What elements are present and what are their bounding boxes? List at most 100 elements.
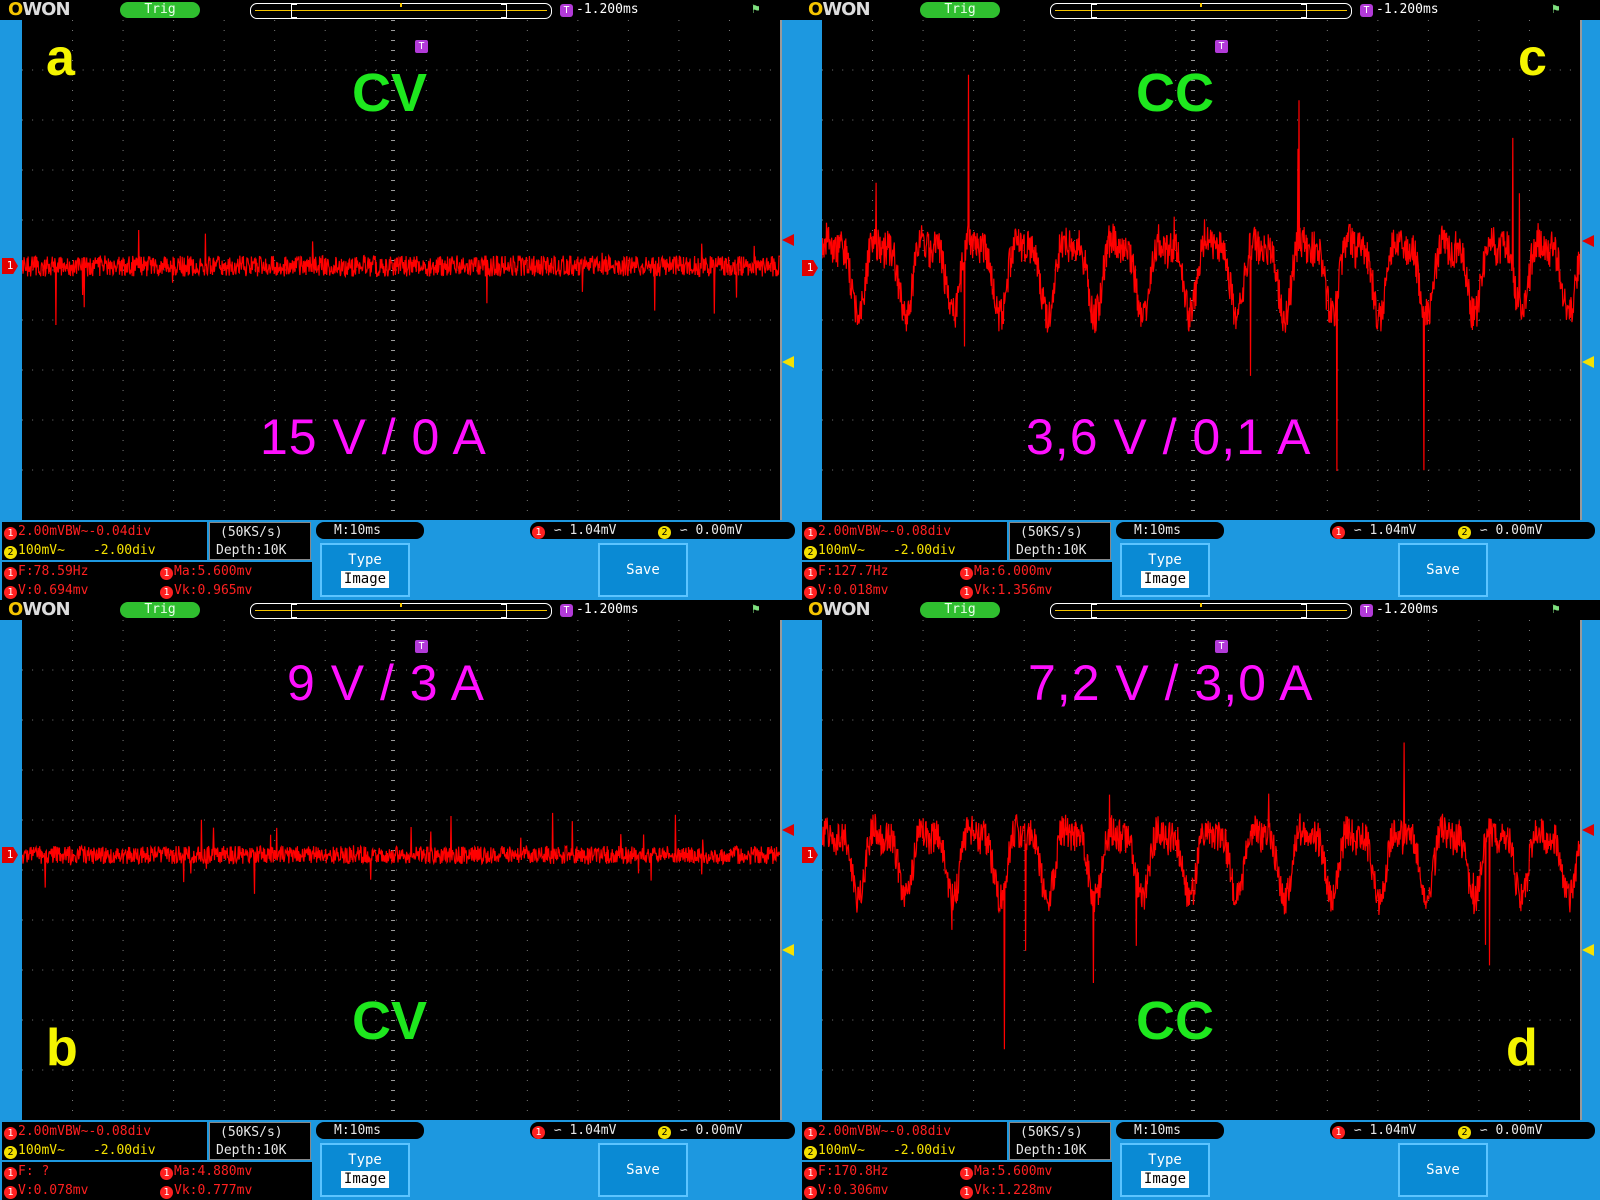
- trigger-level-box: 1 ∽ 1.04mV 2 ∽ 0.00mV: [1330, 522, 1595, 539]
- channel-scale-box: 1 2.00mVBW~-0.08div 2 100mV~ -2.00div: [2, 1122, 207, 1160]
- usb-icon: ⚑: [752, 602, 760, 617]
- ch1-offset-marker[interactable]: 1: [802, 260, 818, 276]
- type-button[interactable]: Type Image: [1120, 543, 1210, 597]
- ch1-waveform-trace: [22, 229, 780, 326]
- memory-position-bar[interactable]: [250, 603, 552, 619]
- frequency-measurement: F:127.7Hz: [818, 564, 889, 579]
- status-header: OWON Trig T -1.200ms ⚑: [800, 0, 1600, 20]
- rising-edge-icon: ∽: [1472, 523, 1496, 538]
- ch1-scale: 2.00mVBW~-0.08div: [818, 1124, 952, 1139]
- owon-logo: OWON: [808, 0, 871, 20]
- ch2-trigger-icon: 2: [658, 526, 671, 539]
- save-button[interactable]: Save: [1398, 1143, 1488, 1197]
- vrms-measurement: V:0.078mv: [18, 1183, 89, 1198]
- ch1-trigger-level-arrow[interactable]: [782, 234, 794, 246]
- ch1-icon: 1: [804, 527, 817, 540]
- trigger-time-marker[interactable]: T: [1215, 640, 1228, 653]
- vrms-measurement: V:0.018mv: [818, 583, 889, 598]
- ch1-waveform-trace: [22, 812, 780, 894]
- trigger-time-marker[interactable]: T: [415, 40, 428, 53]
- ch1-trigger-level-arrow[interactable]: [1582, 235, 1594, 247]
- bottom-info-bar: 1 2.00mVBW~-0.08div 2 100mV~ -2.00div (50KS…: [800, 520, 1600, 600]
- timebase: M:10ms: [1134, 1123, 1181, 1138]
- ch2-trigger-level: 0.00mV: [695, 1123, 743, 1138]
- ch1-icon: 1: [4, 586, 17, 599]
- ch2-trigger-level: 0.00mV: [1495, 523, 1543, 538]
- save-button[interactable]: Save: [598, 543, 688, 597]
- panel-letter: b: [46, 1019, 78, 1077]
- ch1-trigger-level: 1.04mV: [1369, 523, 1417, 538]
- ch2-offset-arrow[interactable]: [1582, 944, 1594, 956]
- vrms-measurement: V:0.694mv: [18, 583, 89, 598]
- ch1-offset-marker[interactable]: 1: [802, 847, 818, 863]
- bottom-info-bar: 1 2.00mVBW~-0.04div 2 100mV~ -2.00div (50KS…: [0, 520, 800, 600]
- trigger-time-marker[interactable]: T: [1215, 40, 1228, 53]
- mode-label: CC: [1136, 63, 1214, 123]
- ch1-icon: 1: [4, 1127, 17, 1140]
- ch1-offset-marker[interactable]: 1: [2, 847, 18, 863]
- type-button[interactable]: Type Image: [320, 543, 410, 597]
- ch1-icon: 1: [4, 1186, 17, 1199]
- ch1-trigger-level-arrow[interactable]: [782, 824, 794, 836]
- ch2-scale: 100mV~: [818, 543, 865, 558]
- ch1-icon: 1: [160, 586, 173, 599]
- timebase: M:10ms: [334, 1123, 381, 1138]
- ch2-offset-arrow[interactable]: [1582, 356, 1594, 368]
- memory-depth: Depth:10K: [216, 1143, 287, 1158]
- memory-position-bar[interactable]: [1050, 3, 1352, 19]
- ch2-trigger-icon: 2: [1458, 1126, 1471, 1139]
- ch1-icon: 1: [960, 567, 973, 580]
- vpk-measurement: Vk:0.965mv: [174, 583, 253, 598]
- measurement-box: 1 F:127.7Hz 1 Ma:6.000mv 1 V:0.018mv 1 Vk:1.…: [802, 562, 1112, 600]
- memory-position-bar[interactable]: [1050, 603, 1352, 619]
- ch2-offset: -2.00div: [92, 543, 156, 558]
- timebase-box: M:10ms: [316, 1122, 424, 1139]
- vpk-measurement: Vk:1.356mv: [974, 583, 1053, 598]
- type-button[interactable]: Type Image: [320, 1143, 410, 1197]
- type-button[interactable]: Type Image: [1120, 1143, 1210, 1197]
- ch2-offset-arrow[interactable]: [782, 356, 794, 368]
- ch2-icon: 2: [804, 1146, 817, 1159]
- rising-edge-icon: ∽: [672, 523, 696, 538]
- ch1-offset-marker[interactable]: 1: [2, 258, 18, 274]
- sample-rate: (50KS/s): [1020, 525, 1083, 540]
- save-button[interactable]: Save: [1398, 543, 1488, 597]
- ch2-scale: 100mV~: [18, 543, 65, 558]
- memory-depth: Depth:10K: [216, 543, 287, 558]
- sample-rate: (50KS/s): [220, 1125, 283, 1140]
- memory-position-bar[interactable]: [250, 3, 552, 19]
- ch1-trigger-level-arrow[interactable]: [1582, 824, 1594, 836]
- scope-screenshot-grid: OWON Trig T -1.200ms ⚑ T 1 a CV 15 V / 0 …: [0, 0, 1600, 1200]
- ch2-trigger-level: 0.00mV: [1495, 1123, 1543, 1138]
- trigger-position-readout: T -1.200ms: [560, 2, 639, 18]
- vpk-measurement: Vk:1.228mv: [974, 1183, 1053, 1198]
- memory-depth: Depth:10K: [1016, 543, 1087, 558]
- ch2-scale: 100mV~: [18, 1143, 65, 1158]
- ch1-trigger-icon: 1: [1332, 526, 1345, 539]
- trigger-position-icon: T: [560, 4, 573, 17]
- channel-scale-box: 1 2.00mVBW~-0.08div 2 100mV~ -2.00div: [802, 522, 1007, 560]
- ch1-trigger-icon: 1: [532, 1126, 545, 1139]
- frequency-measurement: F:78.59Hz: [18, 564, 89, 579]
- trigger-position-icon: T: [560, 604, 573, 617]
- ch2-offset-arrow[interactable]: [782, 944, 794, 956]
- timebase: M:10ms: [1134, 523, 1181, 538]
- rising-edge-icon: ∽: [546, 1123, 570, 1138]
- trig-status-badge: Trig: [120, 2, 200, 18]
- trigger-time-marker[interactable]: T: [415, 640, 428, 653]
- timebase-box: M:10ms: [1116, 1122, 1224, 1139]
- panel-letter: c: [1518, 29, 1547, 87]
- trigger-level-box: 1 ∽ 1.04mV 2 ∽ 0.00mV: [530, 1122, 795, 1139]
- trigger-position-readout: T -1.200ms: [1360, 602, 1439, 618]
- measurement-box: 1 F: ? 1 Ma:4.880mv 1 V:0.078mv 1 Vk:0.777mv: [2, 1162, 312, 1200]
- memory-depth: Depth:10K: [1016, 1143, 1087, 1158]
- voltage-current-label: 3,6 V / 0,1 A: [1026, 409, 1312, 465]
- ch2-trigger-icon: 2: [1458, 526, 1471, 539]
- status-header: OWON Trig T -1.200ms ⚑: [800, 600, 1600, 620]
- measurement-box: 1 F:170.8Hz 1 Ma:5.600mv 1 V:0.306mv 1 Vk:1.…: [802, 1162, 1112, 1200]
- ch2-icon: 2: [4, 1146, 17, 1159]
- save-button[interactable]: Save: [598, 1143, 688, 1197]
- mode-label: CC: [1136, 991, 1214, 1051]
- ch1-trigger-level: 1.04mV: [569, 523, 617, 538]
- ch1-icon: 1: [160, 567, 173, 580]
